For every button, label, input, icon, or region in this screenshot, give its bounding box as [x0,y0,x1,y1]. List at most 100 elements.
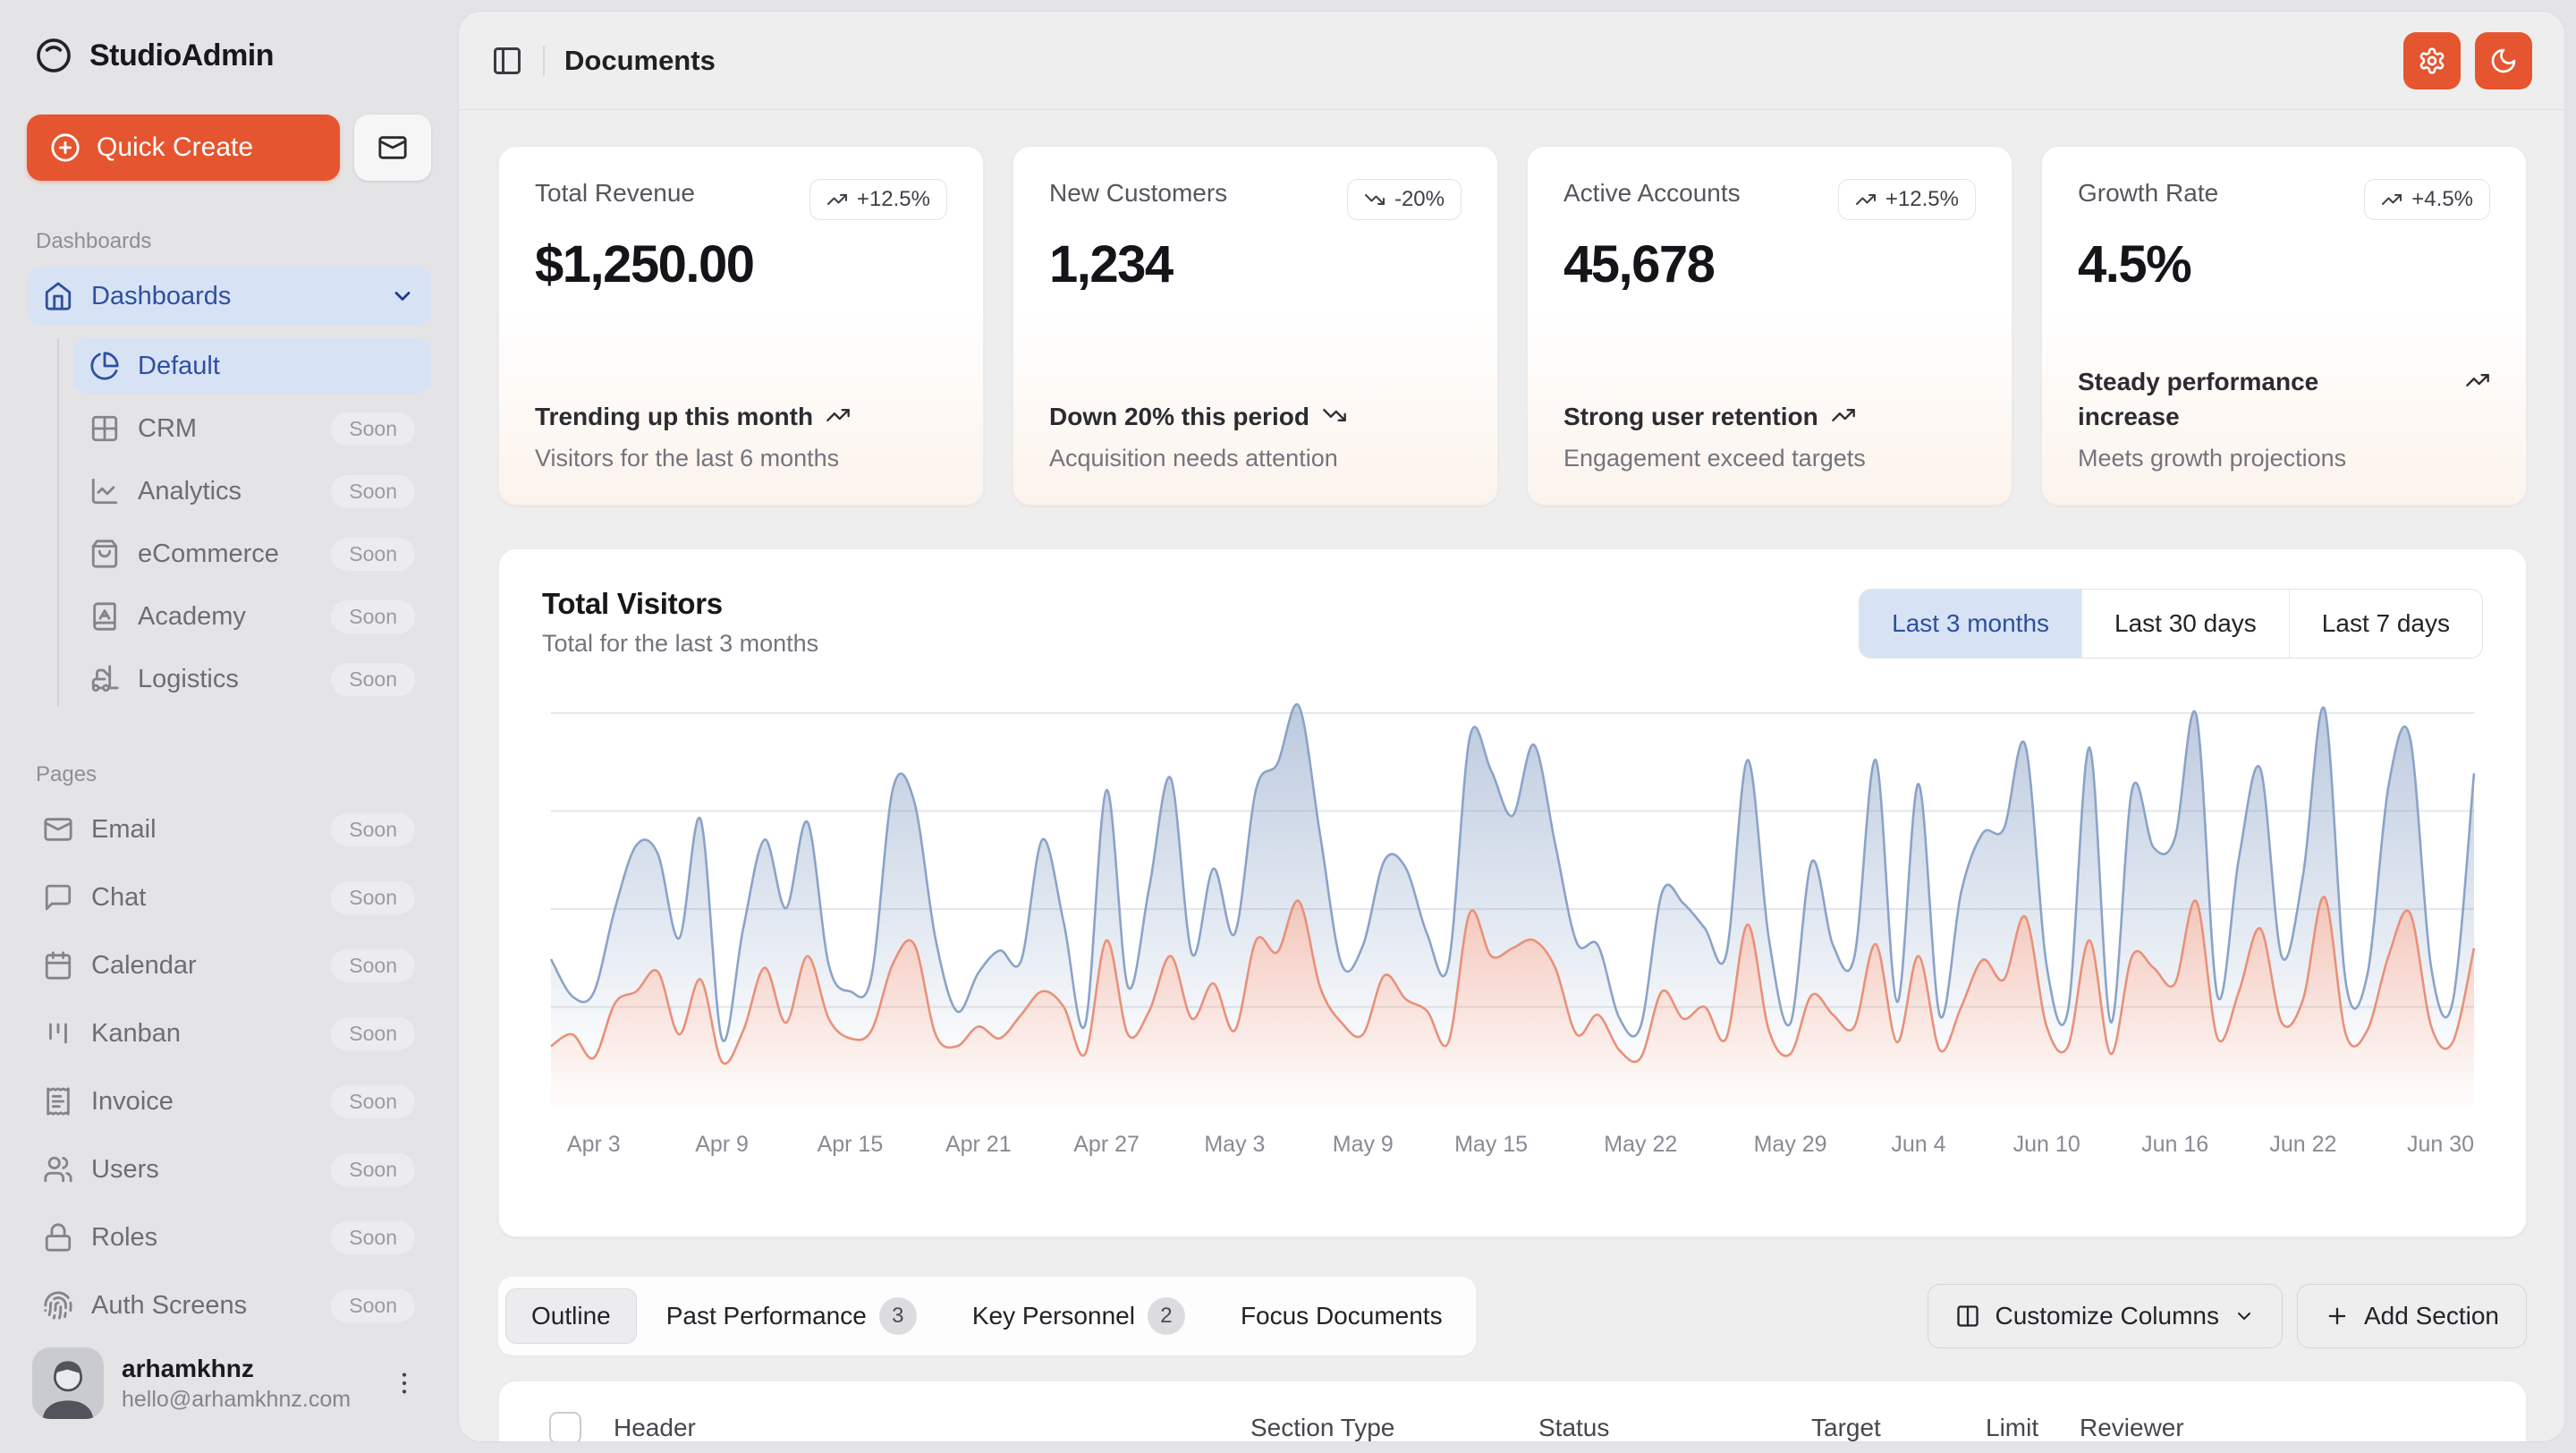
panel-left-icon [491,45,523,77]
trend-badge-value: +12.5% [857,187,930,212]
sidebar-item-users[interactable]: Users Soon [27,1140,431,1199]
settings-button[interactable] [2403,32,2461,89]
quick-create-button[interactable]: Quick Create [27,115,340,181]
grid-icon [89,413,120,444]
soon-badge: Soon [331,1221,415,1254]
main-panel: Documents Total Revenue +12.5% $1,25 [458,11,2565,1442]
trend-badge: +4.5% [2364,179,2490,220]
tab-past-performance[interactable]: Past Performance 3 [640,1284,943,1348]
sidebar-item-label: Roles [91,1223,313,1253]
sidebar-item-ecommerce[interactable]: eCommerce Soon [73,526,431,582]
svg-text:Jun 10: Jun 10 [2013,1132,2080,1157]
card-value: 4.5% [2078,234,2490,294]
soon-badge: Soon [331,600,415,633]
fingerprint-icon [43,1290,73,1321]
visitors-area-chart: Apr 3Apr 9Apr 15Apr 21Apr 27May 3May 9Ma… [542,693,2483,1162]
sidebar-item-kanban[interactable]: Kanban Soon [27,1004,431,1063]
sidebar-item-label: Users [91,1155,313,1185]
sidebar-toggle-button[interactable] [491,45,523,77]
sidebar-item-label: Academy [138,602,313,632]
table-header-row: Header Section Type Status Target Limit … [524,1381,2501,1441]
receipt-icon [43,1086,73,1117]
trending-down-icon [1364,189,1385,210]
card-footnote-text: Strong user retention [1563,399,1818,434]
trend-badge-value: +4.5% [2411,187,2473,212]
sidebar-item-crm[interactable]: CRM Soon [73,401,431,456]
sidebar-item-label: Analytics [138,477,313,506]
user-name: arhamkhnz [122,1355,365,1383]
sidebar-item-label: Invoice [91,1087,313,1117]
customize-columns-label: Customize Columns [1995,1302,2219,1330]
sidebar-item-label: Auth Screens [91,1291,313,1321]
soon-badge: Soon [331,813,415,846]
card-subtext: Visitors for the last 6 months [535,445,947,472]
svg-text:Apr 27: Apr 27 [1073,1132,1140,1157]
customize-columns-button[interactable]: Customize Columns [1928,1284,2283,1348]
sidebar-item-roles[interactable]: Roles Soon [27,1208,431,1267]
sidebar-item-email[interactable]: Email Soon [27,800,431,859]
quick-create-label: Quick Create [97,132,253,163]
trending-up-icon [826,189,848,210]
header-divider [543,46,545,76]
tab-focus-documents[interactable]: Focus Documents [1215,1288,1469,1344]
sidebar-item-analytics[interactable]: Analytics Soon [73,463,431,519]
range-last-30-days[interactable]: Last 30 days [2081,590,2289,658]
soon-badge: Soon [331,412,415,446]
tab-key-personnel[interactable]: Key Personnel 2 [946,1284,1211,1348]
trend-badge: +12.5% [809,179,947,220]
svg-text:Jun 22: Jun 22 [2269,1132,2336,1157]
tab-count-badge: 3 [879,1297,917,1335]
svg-text:Apr 9: Apr 9 [695,1132,749,1157]
mail-icon [43,814,73,845]
svg-text:Jun 16: Jun 16 [2141,1132,2208,1157]
sidebar-item-label: Calendar [91,951,313,981]
dashboards-subtree: Default CRM Soon Analytics Soon eCommerc… [57,338,431,707]
user-row[interactable]: arhamkhnz hello@arhamkhnz.com [27,1340,431,1426]
sidebar-item-label: Dashboards [91,282,372,311]
sidebar-item-academy[interactable]: Academy Soon [73,589,431,644]
select-all-checkbox[interactable] [549,1412,581,1441]
brand-name: StudioAdmin [89,38,274,73]
svg-text:May 29: May 29 [1754,1132,1827,1157]
chevron-down-icon [390,284,415,309]
tab-label: Outline [531,1302,611,1330]
user-menu-button[interactable] [383,1362,426,1405]
chart-area: Apr 3Apr 9Apr 15Apr 21Apr 27May 3May 9Ma… [542,693,2483,1162]
range-last-3-months[interactable]: Last 3 months [1860,590,2081,658]
column-header: Header [614,1414,1250,1441]
section-label-dashboards: Dashboards [27,229,431,254]
card-subtext: Engagement exceed targets [1563,445,1976,472]
soon-badge: Soon [331,1289,415,1322]
trend-badge-value: -20% [1394,187,1445,212]
calendar-icon [43,950,73,981]
svg-text:Apr 21: Apr 21 [945,1132,1012,1157]
sidebar-item-auth-screens[interactable]: Auth Screens Soon [27,1276,431,1335]
pages-nav: Email Soon Chat Soon Calendar Soon Kanba… [27,800,431,1335]
avatar [32,1347,104,1419]
sidebar-item-calendar[interactable]: Calendar Soon [27,936,431,995]
inbox-button[interactable] [354,115,431,181]
sidebar-item-invoice[interactable]: Invoice Soon [27,1072,431,1131]
sidebar-item-default[interactable]: Default [73,338,431,394]
trend-badge-value: +12.5% [1885,187,1959,212]
range-last-7-days[interactable]: Last 7 days [2289,590,2482,658]
tab-label: Key Personnel [972,1302,1135,1330]
add-section-button[interactable]: Add Section [2297,1284,2527,1348]
tab-label: Focus Documents [1241,1302,1443,1330]
svg-text:Jun 30: Jun 30 [2407,1132,2474,1157]
column-header: Section Type [1250,1414,1538,1441]
add-section-label: Add Section [2364,1302,2499,1330]
soon-badge: Soon [331,1017,415,1050]
stat-cards: Total Revenue +12.5% $1,250.00 Trending … [498,146,2527,506]
lock-icon [43,1222,73,1253]
card-value: 45,678 [1563,234,1976,294]
theme-toggle-button[interactable] [2475,32,2532,89]
chevron-down-icon [2233,1305,2255,1327]
sidebar-item-label: eCommerce [138,540,313,569]
sidebar-item-dashboards[interactable]: Dashboards [27,267,431,326]
range-toggle: Last 3 months Last 30 days Last 7 days [1859,589,2483,659]
tab-outline[interactable]: Outline [505,1288,637,1344]
sidebar-item-chat[interactable]: Chat Soon [27,868,431,927]
card-title: Total Revenue [535,179,695,208]
sidebar-item-logistics[interactable]: Logistics Soon [73,651,431,707]
